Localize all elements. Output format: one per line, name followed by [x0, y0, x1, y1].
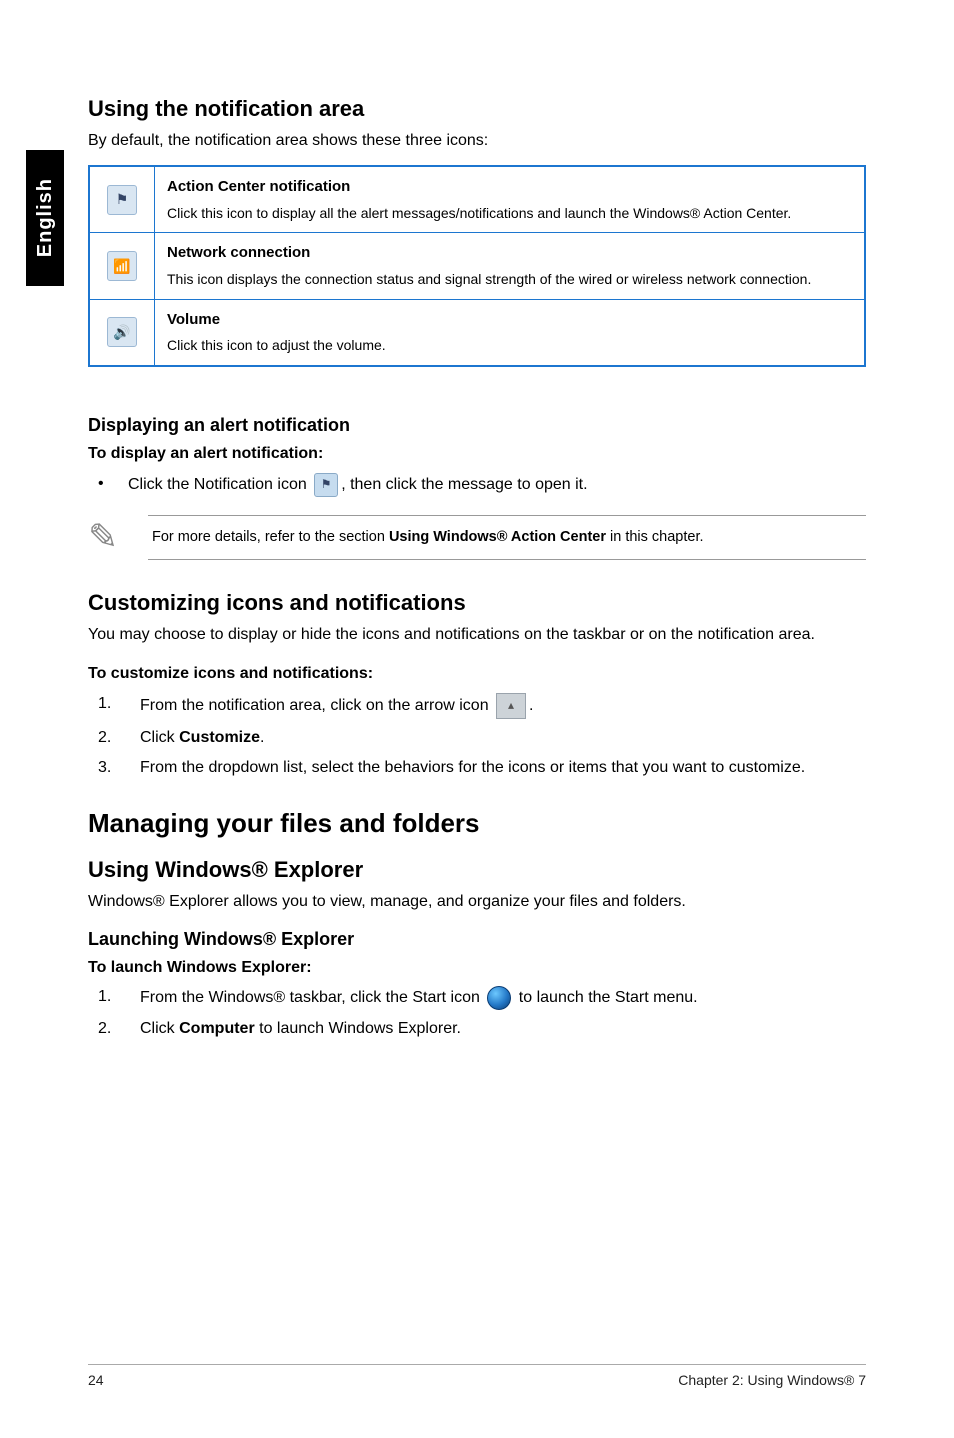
customize-step1-prefix: From the notification area, click on the… [140, 697, 493, 714]
volume-desc: Click this icon to adjust the volume. [167, 337, 386, 353]
heading-launching-explorer: Launching Windows® Explorer [88, 927, 866, 951]
volume-cell: Volume Click this icon to adjust the vol… [155, 299, 866, 366]
volume-icon-cell: 🔊 [89, 299, 155, 366]
list-item: 2. Click Customize. [88, 727, 866, 749]
speaker-icon: 🔊 [107, 317, 137, 347]
note-prefix: For more details, refer to the section [152, 529, 389, 545]
heading-customizing: Customizing icons and notifications [88, 588, 866, 618]
heading-using-explorer: Using Windows® Explorer [88, 855, 866, 885]
action-center-cell: Action Center notification Click this ic… [155, 166, 866, 233]
customize-step1: From the notification area, click on the… [140, 693, 866, 719]
step-number: 2. [88, 1018, 140, 1040]
list-item: 3. From the dropdown list, select the be… [88, 757, 866, 779]
table-row: 🔊 Volume Click this icon to adjust the v… [89, 299, 865, 366]
network-cell: Network connection This icon displays th… [155, 233, 866, 299]
flag-icon: ⚑ [107, 185, 137, 215]
alert-bullet-suffix: , then click the message to open it. [341, 476, 587, 493]
flag-icon: ⚑ [314, 473, 338, 497]
action-center-title: Action Center notification [167, 177, 852, 197]
customize-steps: 1. From the notification area, click on … [88, 693, 866, 778]
step-number: 1. [88, 986, 140, 1010]
notification-icons-table: ⚑ Action Center notification Click this … [88, 165, 866, 366]
launch-step1-suffix: to launch the Start menu. [514, 990, 697, 1007]
start-orb-icon [487, 986, 511, 1010]
page-number: 24 [88, 1371, 104, 1390]
page-footer: 24 Chapter 2: Using Windows® 7 [88, 1364, 866, 1390]
pen-icon: ✎ [88, 515, 132, 555]
customize-step2-bold: Customize [179, 729, 260, 746]
network-desc: This icon displays the connection status… [167, 271, 811, 287]
table-row: 📶 Network connection This icon displays … [89, 233, 865, 299]
list-item: 1. From the notification area, click on … [88, 693, 866, 719]
step-number: 1. [88, 693, 140, 719]
customize-step2: Click Customize. [140, 727, 866, 749]
chapter-label: Chapter 2: Using Windows® 7 [678, 1371, 866, 1390]
bullet-mark: • [88, 473, 128, 497]
notification-area-intro: By default, the notification area shows … [88, 130, 866, 152]
launch-steps: 1. From the Windows® taskbar, click the … [88, 986, 866, 1040]
launch-step2-prefix: Click [140, 1020, 179, 1037]
customize-step2-prefix: Click [140, 729, 179, 746]
alert-bullet-text: Click the Notification icon ⚑, then clic… [128, 473, 866, 497]
alert-bullet-prefix: Click the Notification icon [128, 476, 311, 493]
note-suffix: in this chapter. [606, 529, 704, 545]
customize-step3: From the dropdown list, select the behav… [140, 757, 866, 779]
step-number: 3. [88, 757, 140, 779]
using-explorer-intro: Windows® Explorer allows you to view, ma… [88, 891, 866, 913]
arrow-up-icon: ▴ [496, 693, 526, 719]
language-tab: English [26, 150, 64, 286]
subheading-to-display-alert: To display an alert notification: [88, 443, 866, 465]
note-text: For more details, refer to the section U… [148, 515, 866, 561]
action-center-desc: Click this icon to display all the alert… [167, 205, 791, 221]
step-number: 2. [88, 727, 140, 749]
subheading-to-customize: To customize icons and notifications: [88, 663, 866, 685]
subheading-to-launch: To launch Windows Explorer: [88, 957, 866, 979]
note-block: ✎ For more details, refer to the section… [88, 515, 866, 561]
network-icon: 📶 [107, 251, 137, 281]
alert-bullet: • Click the Notification icon ⚑, then cl… [88, 473, 866, 497]
volume-title: Volume [167, 310, 852, 330]
launch-step1-prefix: From the Windows® taskbar, click the Sta… [140, 990, 484, 1007]
network-title: Network connection [167, 243, 852, 263]
note-bold: Using Windows® Action Center [389, 529, 606, 545]
customizing-intro: You may choose to display or hide the ic… [88, 624, 866, 646]
launch-step2-bold: Computer [179, 1020, 255, 1037]
customize-step1-suffix: . [529, 697, 533, 714]
launch-step2: Click Computer to launch Windows Explore… [140, 1018, 866, 1040]
list-item: 1. From the Windows® taskbar, click the … [88, 986, 866, 1010]
language-tab-label: English [32, 178, 59, 257]
network-icon-cell: 📶 [89, 233, 155, 299]
action-center-icon-cell: ⚑ [89, 166, 155, 233]
list-item: 2. Click Computer to launch Windows Expl… [88, 1018, 866, 1040]
launch-step2-suffix: to launch Windows Explorer. [255, 1020, 461, 1037]
table-row: ⚑ Action Center notification Click this … [89, 166, 865, 233]
launch-step1: From the Windows® taskbar, click the Sta… [140, 986, 866, 1010]
customize-step2-suffix: . [260, 729, 264, 746]
heading-alert-notification: Displaying an alert notification [88, 413, 866, 437]
heading-managing: Managing your files and folders [88, 806, 866, 841]
heading-notification-area: Using the notification area [88, 94, 866, 124]
